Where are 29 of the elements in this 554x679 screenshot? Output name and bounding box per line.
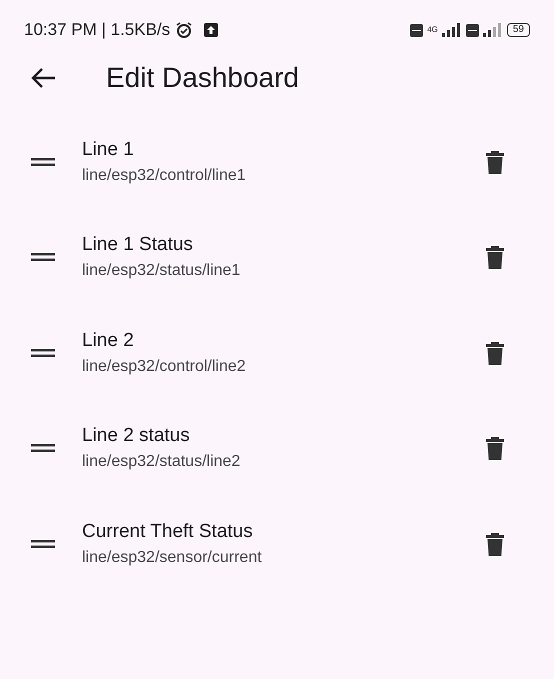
alarm-icon <box>175 21 194 39</box>
item-topic: line/esp32/control/line2 <box>82 358 246 376</box>
drag-handle-icon[interactable] <box>31 158 55 166</box>
upload-icon <box>204 23 218 37</box>
drag-handle-icon[interactable] <box>31 444 55 452</box>
item-title: Line 1 <box>82 138 135 161</box>
delete-icon[interactable] <box>486 532 504 556</box>
item-title: Line 2 status <box>82 425 191 448</box>
network-type: 4G <box>427 25 438 34</box>
delete-icon[interactable] <box>486 150 504 174</box>
item-title: Line 1 Status <box>82 234 194 256</box>
item-topic: line/esp32/control/line1 <box>82 166 246 185</box>
back-icon[interactable] <box>30 67 56 89</box>
page-title: Edit Dashboard <box>106 62 300 94</box>
item-title: Line 2 <box>82 330 135 352</box>
status-time: 10:37 PM | 1.5KB/s <box>24 20 170 40</box>
delete-icon[interactable] <box>486 340 504 365</box>
item-title: Current Theft Status <box>82 520 254 543</box>
item-topic: line/esp32/sensor/current <box>82 548 262 567</box>
item-topic: line/esp32/status/line1 <box>82 262 240 280</box>
item-topic: line/esp32/status/line2 <box>82 453 240 472</box>
drag-handle-icon[interactable] <box>31 253 55 262</box>
signal-icon <box>482 23 503 37</box>
drag-handle-icon[interactable] <box>31 348 55 357</box>
delete-icon[interactable] <box>486 436 504 460</box>
battery-level: 59 <box>506 23 530 37</box>
drag-handle-icon[interactable] <box>31 540 55 548</box>
signal-icon <box>442 23 462 37</box>
delete-icon[interactable] <box>486 245 504 270</box>
